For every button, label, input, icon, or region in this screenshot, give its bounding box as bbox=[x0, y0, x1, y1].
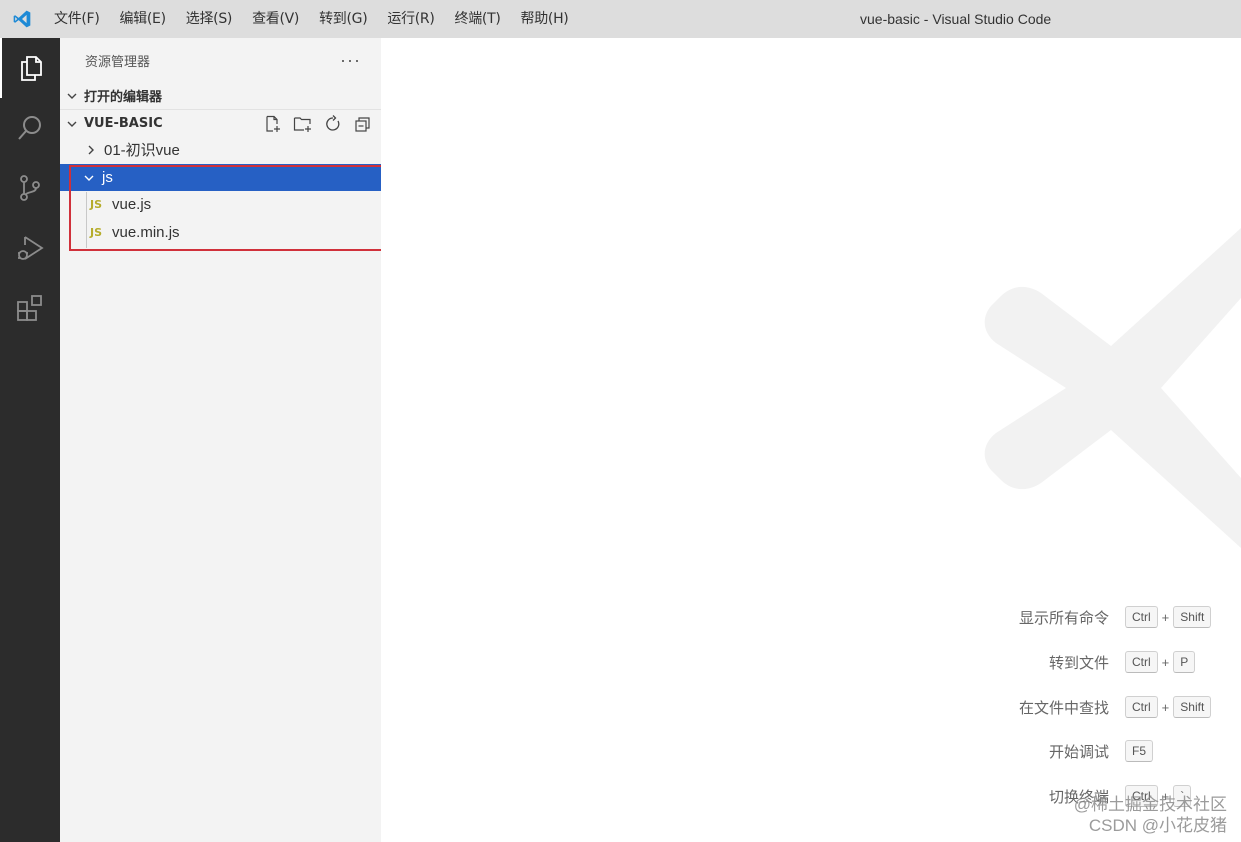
sidebar-header: 资源管理器 ··· bbox=[60, 38, 381, 82]
watermark-text: @稀土掘金技术社区 CSDN @小花皮猪 bbox=[1074, 794, 1227, 836]
menu-terminal[interactable]: 终端(T) bbox=[445, 0, 511, 38]
extensions-icon[interactable] bbox=[0, 278, 60, 338]
shortcut-label: 在文件中查找 bbox=[1018, 698, 1109, 717]
refresh-icon[interactable] bbox=[321, 112, 345, 136]
menu-bar: 文件(F) 编辑(E) 选择(S) 查看(V) 转到(G) 运行(R) 终端(T… bbox=[44, 0, 578, 38]
shortcut-go-to-file: 转到文件 Ctrl + P bbox=[981, 650, 1241, 674]
new-file-icon[interactable] bbox=[261, 112, 285, 136]
source-control-icon[interactable] bbox=[0, 158, 60, 218]
new-folder-icon[interactable] bbox=[291, 112, 315, 136]
workspace-label: VUE-BASIC bbox=[84, 116, 163, 131]
shortcut-find-in-files: 在文件中查找 Ctrl + Shift bbox=[981, 695, 1241, 719]
menu-view[interactable]: 查看(V) bbox=[242, 0, 309, 38]
key-cap: F5 bbox=[1125, 740, 1154, 762]
annotation-highlight-box bbox=[69, 165, 384, 251]
explorer-icon[interactable] bbox=[0, 38, 60, 98]
collapse-all-icon[interactable] bbox=[351, 112, 375, 136]
key-cap: Ctrl bbox=[1125, 606, 1158, 628]
shortcut-label: 显示所有命令 bbox=[1018, 608, 1109, 627]
plus-sign: + bbox=[1161, 699, 1170, 715]
plus-sign: + bbox=[1161, 609, 1170, 625]
open-editors-section[interactable]: 打开的编辑器 bbox=[60, 82, 381, 109]
explorer-sidebar: 资源管理器 ··· 打开的编辑器 VUE-BASIC 01-初识vue js J… bbox=[60, 38, 381, 842]
key-cap: Ctrl bbox=[1125, 651, 1158, 673]
title-bar: 文件(F) 编辑(E) 选择(S) 查看(V) 转到(G) 运行(R) 终端(T… bbox=[0, 0, 1241, 38]
menu-selection[interactable]: 选择(S) bbox=[176, 0, 242, 38]
editor-area: 显示所有命令 Ctrl + Shift 转到文件 Ctrl + P 在文件中查找… bbox=[381, 38, 1241, 842]
shortcut-label: 转到文件 bbox=[1048, 653, 1109, 672]
plus-sign: + bbox=[1161, 654, 1170, 670]
chevron-down-icon bbox=[60, 90, 84, 102]
sidebar-title: 资源管理器 bbox=[85, 54, 151, 70]
key-cap: Shift bbox=[1173, 696, 1212, 718]
workspace-actions bbox=[261, 110, 375, 137]
watermark-line: CSDN @小花皮猪 bbox=[1088, 816, 1227, 835]
more-actions-icon[interactable]: ··· bbox=[340, 50, 361, 71]
menu-go[interactable]: 转到(G) bbox=[309, 0, 377, 38]
run-debug-icon[interactable] bbox=[0, 218, 60, 278]
key-cap: Shift bbox=[1173, 606, 1212, 628]
shortcut-start-debugging: 开始调试 F5 bbox=[981, 739, 1241, 763]
chevron-right-icon bbox=[82, 144, 100, 156]
workspace-section[interactable]: VUE-BASIC bbox=[60, 109, 381, 137]
open-editors-label: 打开的编辑器 bbox=[84, 90, 163, 105]
shortcut-label: 开始调试 bbox=[1048, 742, 1109, 761]
vscode-watermark-icon bbox=[971, 218, 1241, 563]
watermark-line: @稀土掘金技术社区 bbox=[1073, 795, 1227, 814]
menu-run[interactable]: 运行(R) bbox=[377, 0, 444, 38]
tree-item-label: 01-初识vue bbox=[104, 142, 180, 159]
menu-help[interactable]: 帮助(H) bbox=[511, 0, 579, 38]
menu-file[interactable]: 文件(F) bbox=[44, 0, 109, 38]
shortcut-show-commands: 显示所有命令 Ctrl + Shift bbox=[981, 605, 1241, 629]
chevron-down-icon bbox=[60, 118, 84, 130]
key-cap: P bbox=[1173, 651, 1196, 673]
vscode-logo-icon[interactable] bbox=[0, 0, 44, 38]
activity-bar bbox=[0, 38, 60, 842]
key-cap: Ctrl bbox=[1125, 696, 1158, 718]
search-icon[interactable] bbox=[0, 98, 60, 158]
menu-edit[interactable]: 编辑(E) bbox=[109, 0, 175, 38]
tree-folder-01[interactable]: 01-初识vue bbox=[60, 136, 381, 163]
